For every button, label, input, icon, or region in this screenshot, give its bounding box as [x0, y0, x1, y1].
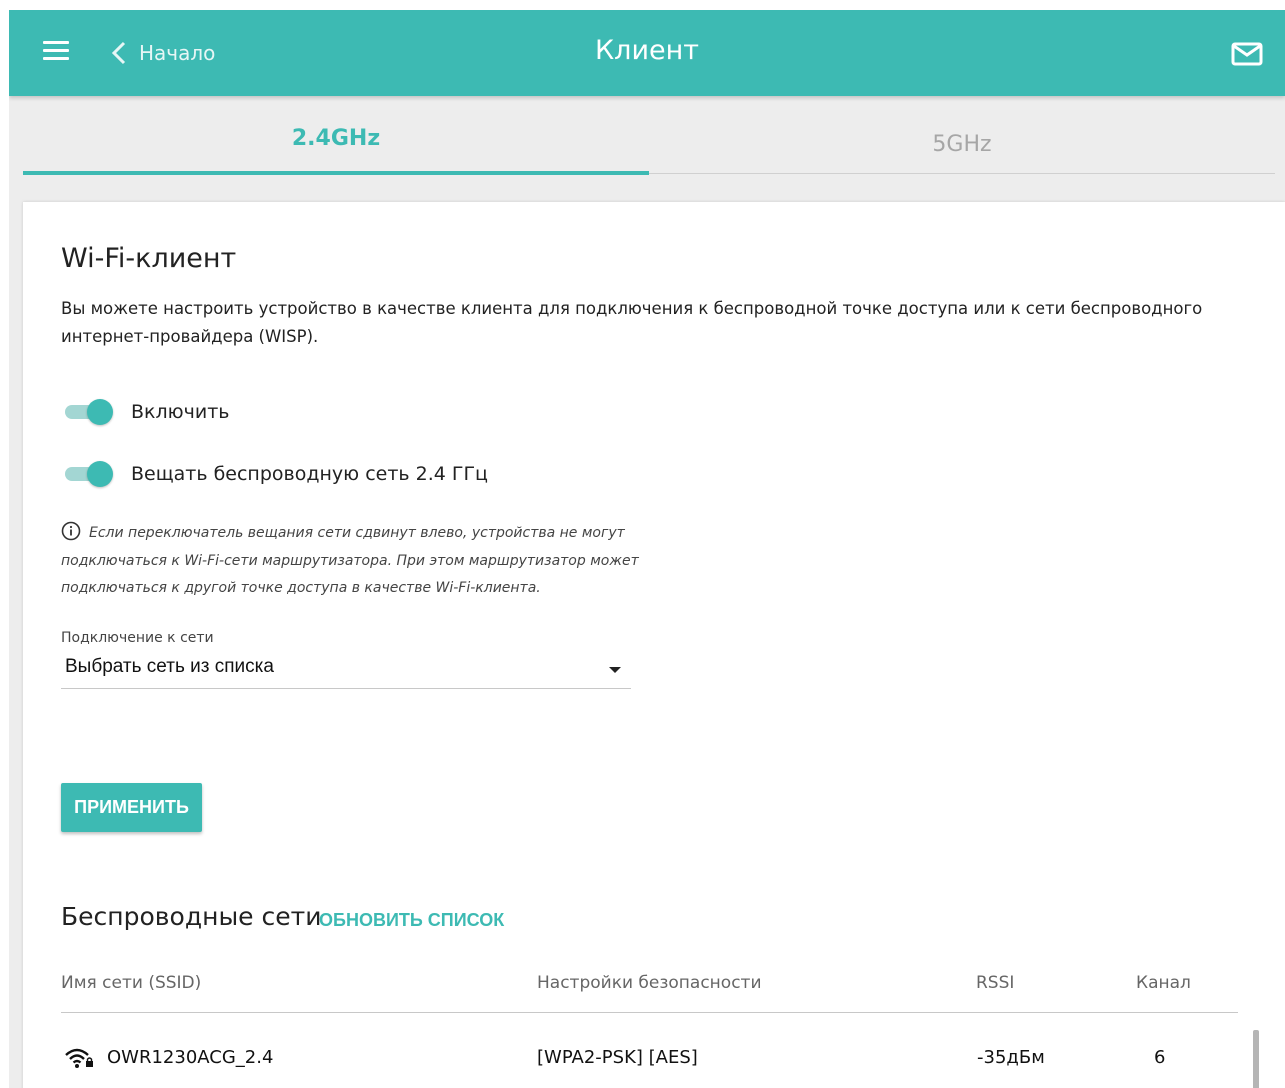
toggle-label: Включить	[131, 401, 230, 423]
column-header-channel[interactable]: Канал	[1136, 973, 1191, 993]
tab-active-indicator	[23, 171, 649, 175]
enable-toggle[interactable]: Включить	[65, 397, 230, 427]
cell-security: [WPA2-PSK] [AES]	[537, 1047, 698, 1068]
tab-5ghz[interactable]: 5GHz	[649, 96, 1275, 175]
connection-field-label: Подключение к сети	[61, 630, 214, 646]
info-note: Если переключатель вещания сети сдвинут …	[61, 520, 651, 603]
section-description: Вы можете настроить устройство в качеств…	[61, 299, 1203, 346]
settings-card: Wi-Fi-клиент Вы можете настроить устройс…	[23, 202, 1285, 1088]
tab-2-4ghz[interactable]: 2.4GHz	[23, 96, 649, 175]
refresh-list-button[interactable]: ОБНОВИТЬ СПИСОК	[319, 910, 504, 931]
mail-icon[interactable]	[1231, 42, 1263, 66]
toggle-switch[interactable]	[65, 461, 115, 487]
tab-label: 5GHz	[932, 132, 992, 157]
table-divider	[61, 1012, 1238, 1013]
broadcast-toggle[interactable]: Вещать беспроводную сеть 2.4 ГГц	[65, 459, 488, 489]
band-tabs: 2.4GHz 5GHz	[23, 96, 1285, 175]
tab-label: 2.4GHz	[291, 126, 381, 151]
section-title: Wi-Fi-клиент	[61, 243, 237, 274]
connection-select[interactable]: Выбрать сеть из списка	[61, 650, 631, 689]
caret-down-icon	[609, 667, 621, 673]
app-frame: Начало Клиент 2.4GHz 5GHz Wi-Fi-клиент В…	[9, 10, 1285, 1088]
column-header-ssid[interactable]: Имя сети (SSID)	[61, 973, 201, 993]
top-bar: Начало Клиент	[9, 10, 1285, 96]
toggle-label: Вещать беспроводную сеть 2.4 ГГц	[131, 463, 488, 485]
info-icon	[61, 521, 81, 541]
apply-button[interactable]: ПРИМЕНИТЬ	[61, 783, 202, 832]
table-row[interactable]: OWR1230ACG_2.4 [WPA2-PSK] [AES] -35дБм 6	[61, 1014, 1238, 1088]
connection-select-value: Выбрать сеть из списка	[65, 656, 274, 677]
cell-ssid: OWR1230ACG_2.4	[107, 1047, 274, 1068]
column-header-rssi[interactable]: RSSI	[976, 973, 1014, 993]
cell-rssi: -35дБм	[977, 1047, 1045, 1068]
tab-divider	[649, 173, 1275, 174]
wireless-networks-title: Беспроводные сети	[61, 902, 322, 931]
info-note-text: Если переключатель вещания сети сдвинут …	[61, 525, 639, 596]
toggle-switch[interactable]	[65, 399, 115, 425]
cell-channel: 6	[1154, 1047, 1166, 1068]
column-header-security[interactable]: Настройки безопасности	[537, 973, 762, 993]
page-title: Клиент	[595, 35, 699, 66]
wifi-locked-icon	[65, 1048, 93, 1068]
scrollbar[interactable]	[1253, 1030, 1259, 1088]
